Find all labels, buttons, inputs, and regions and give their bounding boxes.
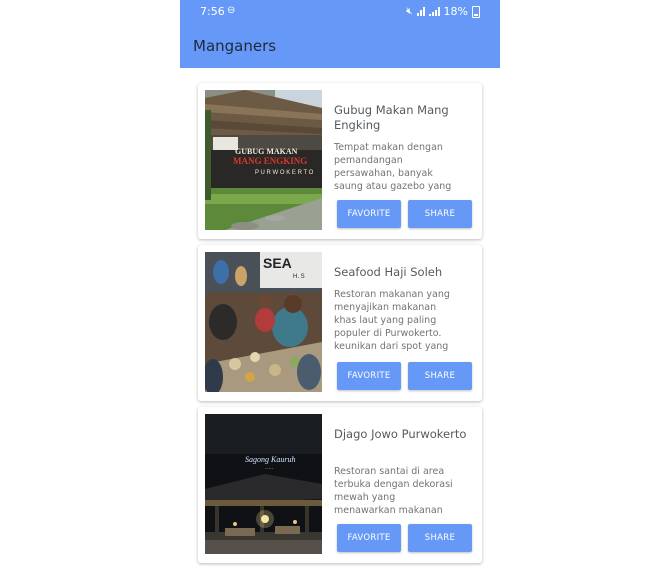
app-bar: 7:56 ⊖ 🔇︎ 18% Manganers [180,0,500,68]
svg-text:MANG ENGKING: MANG ENGKING [233,156,307,166]
battery-level: 18% [443,5,468,18]
restaurant-description: Tempat makan dengan pemandangan persawah… [334,142,452,192]
status-right: 🔇︎ 18% [406,5,480,18]
restaurant-list: GUBUG MAKAN MANG ENGKING P U R W O K E R… [198,83,482,569]
wifi-icon [416,7,425,16]
restaurant-name: Seafood Haji Soleh [334,265,443,279]
restaurant-card[interactable]: SEA H. S Seafood Haji Soleh Restoran mak… [198,245,482,401]
svg-text:P U R W O K E R T O: P U R W O K E R T O [255,170,314,176]
favorite-button[interactable]: FAVORITE [337,362,401,390]
restaurant-description: Restoran makanan yang menyajikan makanan… [334,289,450,352]
restaurant-image: Sagong Kauruh ····· [205,414,322,554]
svg-text:Sagong Kauruh: Sagong Kauruh [245,455,295,464]
favorite-button[interactable]: FAVORITE [337,524,401,552]
signal-icon [428,7,440,16]
restaurant-card[interactable]: GUBUG MAKAN MANG ENGKING P U R W O K E R… [198,83,482,239]
svg-text:·····: ····· [265,467,274,472]
svg-text:SEA: SEA [263,255,292,271]
favorite-button[interactable]: FAVORITE [337,200,401,228]
do-not-disturb-icon: ⊖ [227,5,236,16]
battery-icon [472,5,480,18]
restaurant-card[interactable]: Sagong Kauruh ····· Djago Jowo Purwokert… [198,407,482,563]
status-time: 7:56 [200,5,225,18]
mute-icon: 🔇︎ [406,6,413,17]
restaurant-image: GUBUG MAKAN MANG ENGKING P U R W O K E R… [205,90,322,230]
app-title: Manganers [193,37,277,55]
svg-text:H. S: H. S [293,274,305,280]
restaurant-name: Gubug Makan Mang Engking [334,103,449,132]
share-button[interactable]: SHARE [408,200,472,228]
svg-text:GUBUG MAKAN: GUBUG MAKAN [235,147,298,156]
share-button[interactable]: SHARE [408,524,472,552]
restaurant-description: Restoran santai di area terbuka dengan d… [334,466,453,516]
phone-screen: 7:56 ⊖ 🔇︎ 18% Manganers GUBUG MAKAN MANG… [180,0,500,570]
status-bar: 7:56 ⊖ 🔇︎ 18% [180,0,500,24]
share-button[interactable]: SHARE [408,362,472,390]
restaurant-image: SEA H. S [205,252,322,392]
restaurant-name: Djago Jowo Purwokerto [334,427,467,441]
